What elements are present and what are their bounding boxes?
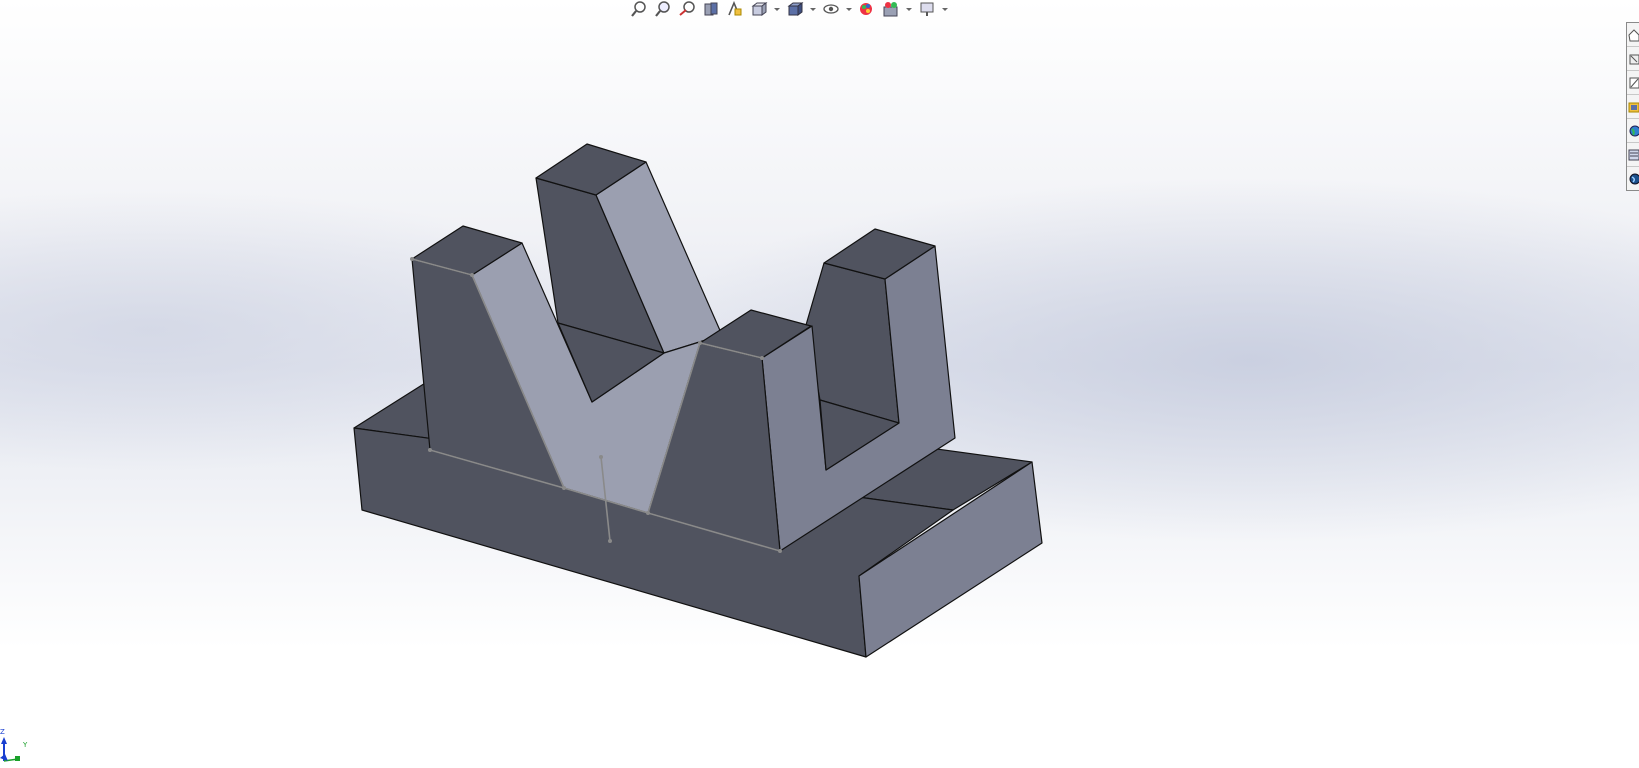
triad-y-label: Y [23, 741, 28, 749]
task-pane-tabs [1626, 22, 1639, 191]
right-block-front-face[interactable] [805, 262, 900, 424]
display-style-icon[interactable] [784, 1, 806, 18]
graphics-area[interactable]: Z Y [0, 0, 1639, 763]
home-icon[interactable] [1627, 23, 1639, 47]
reference-triad: Z Y [0, 728, 40, 763]
file-explorer-icon[interactable] [1627, 95, 1639, 119]
design-library-icon[interactable] [1627, 71, 1639, 95]
view-settings-dropdown[interactable] [940, 1, 950, 18]
custom-properties-icon[interactable] [1627, 167, 1639, 190]
apply-scene-icon[interactable] [880, 1, 902, 18]
dynamic-annotation-views-icon[interactable] [724, 1, 746, 18]
section-view-icon[interactable] [700, 1, 722, 18]
appearances-icon[interactable] [1627, 143, 1639, 167]
zoom-to-fit-icon[interactable] [628, 1, 650, 18]
triad-z-label: Z [0, 728, 5, 736]
previous-view-icon[interactable] [676, 1, 698, 18]
heads-up-view-toolbar [628, 0, 950, 18]
view-orientation-icon[interactable] [748, 1, 770, 18]
view-orientation-dropdown[interactable] [772, 1, 782, 18]
part-model[interactable] [0, 0, 1639, 763]
triad-axes-icon [0, 737, 20, 762]
hide-show-items-dropdown[interactable] [844, 1, 854, 18]
hide-show-items-icon[interactable] [820, 1, 842, 18]
3d-parts-icon[interactable] [1627, 47, 1639, 71]
apply-scene-dropdown[interactable] [904, 1, 914, 18]
zoom-to-area-icon[interactable] [652, 1, 674, 18]
view-settings-icon[interactable] [916, 1, 938, 18]
display-style-dropdown[interactable] [808, 1, 818, 18]
edit-appearance-icon[interactable] [856, 1, 878, 18]
view-palette-icon[interactable] [1627, 119, 1639, 143]
